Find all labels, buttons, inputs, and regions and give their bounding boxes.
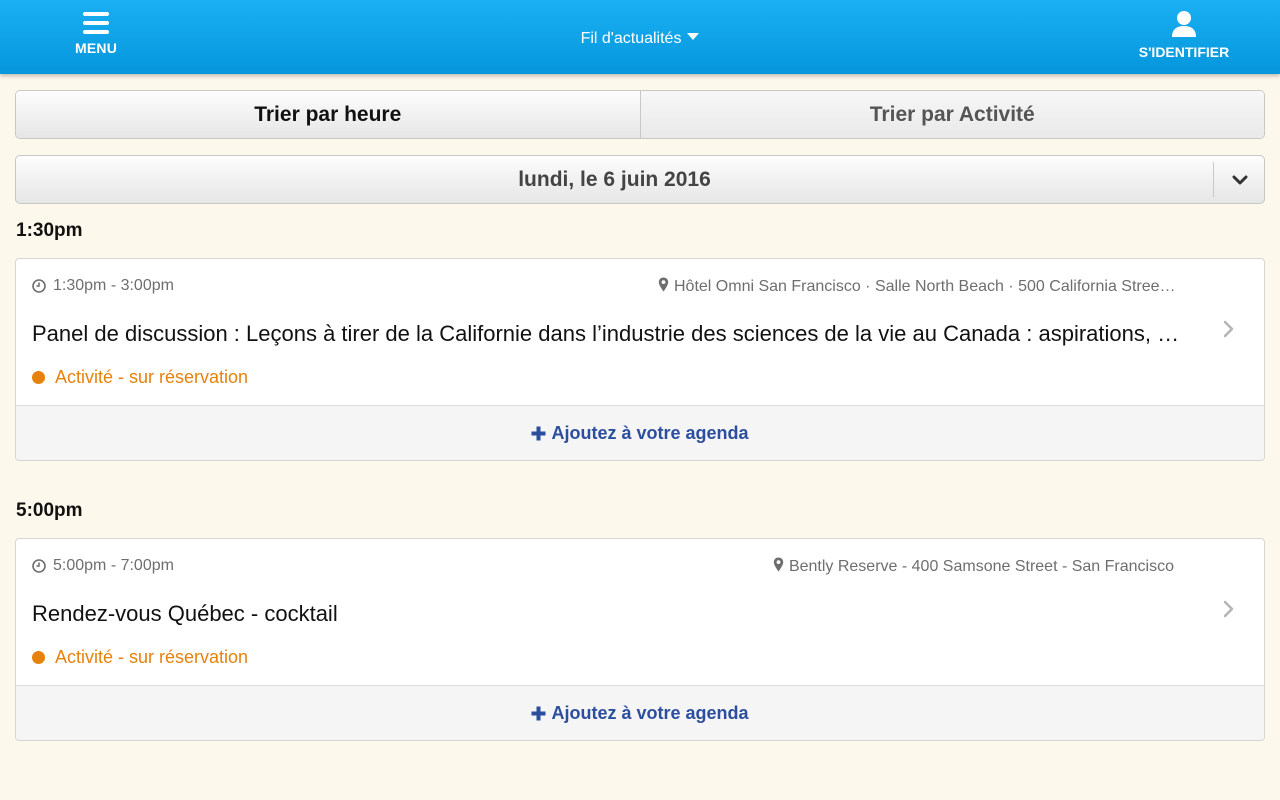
plus-icon <box>531 426 546 441</box>
chevron-down-icon <box>1232 175 1247 184</box>
event-card: 5:00pm - 7:00pm Bently Reserve - 400 Sam… <box>15 538 1265 741</box>
event-card: 1:30pm - 3:00pm Hôtel Omni San Francisco… <box>15 258 1265 461</box>
menu-label: MENU <box>74 40 118 56</box>
date-selector[interactable]: lundi, le 6 juin 2016 <box>15 155 1265 204</box>
login-label: S'IDENTIFIER <box>1138 44 1230 60</box>
menu-button[interactable]: MENU <box>60 10 132 66</box>
map-pin-icon <box>773 557 784 572</box>
event-status: Activité - sur réservation <box>32 367 248 388</box>
clock-icon <box>32 279 46 293</box>
hamburger-icon <box>83 12 109 34</box>
event-details-link[interactable]: 1:30pm - 3:00pm Hôtel Omni San Francisco… <box>16 259 1264 405</box>
sort-by-time-button[interactable]: Trier par heure <box>16 91 640 138</box>
status-dot-icon <box>32 651 45 664</box>
add-to-agenda-button[interactable]: Ajoutez à votre agenda <box>16 685 1264 740</box>
top-app-bar: MENU Fil d'actualités S'IDENTIFIER <box>0 0 1280 74</box>
date-dropdown-toggle[interactable] <box>1213 162 1265 197</box>
plus-icon <box>531 706 546 721</box>
login-button[interactable]: S'IDENTIFIER <box>1124 10 1244 66</box>
event-title: Rendez-vous Québec - cocktail <box>32 601 338 626</box>
caret-down-icon <box>687 33 700 40</box>
feed-title: Fil d'actualités <box>580 30 682 47</box>
add-to-agenda-label: Ajoutez à votre agenda <box>551 423 749 443</box>
time-group-header: 5:00pm <box>16 500 83 521</box>
sort-by-activity-button[interactable]: Trier par Activité <box>639 91 1264 138</box>
add-to-agenda-label: Ajoutez à votre agenda <box>551 703 749 723</box>
date-value: lundi, le 6 juin 2016 <box>518 167 711 191</box>
add-to-agenda-button[interactable]: Ajoutez à votre agenda <box>16 405 1264 460</box>
event-title: Panel de discussion : Leçons à tirer de … <box>32 321 1182 346</box>
status-dot-icon <box>32 371 45 384</box>
event-location-text: Bently Reserve - 400 Samsone Street - Sa… <box>788 558 1174 575</box>
chevron-right-icon <box>1223 600 1234 618</box>
event-time-range: 5:00pm - 7:00pm <box>53 557 174 574</box>
clock-icon <box>32 559 46 573</box>
event-location: Hôtel Omni San Francisco · Salle North B… <box>658 277 1178 296</box>
event-location: Bently Reserve - 400 Samsone Street - Sa… <box>658 557 1174 576</box>
user-icon <box>1172 11 1196 37</box>
map-pin-icon <box>658 277 669 292</box>
event-status-text: Activité - sur réservation <box>55 647 249 667</box>
sort-toggle: Trier par heure Trier par Activité <box>15 90 1265 139</box>
time-group-header: 1:30pm <box>16 220 83 241</box>
event-location-text: Hôtel Omni San Francisco · Salle North B… <box>674 278 1178 295</box>
event-time: 1:30pm - 3:00pm <box>32 277 174 295</box>
feed-selector[interactable]: Fil d'actualités <box>540 30 740 48</box>
event-details-link[interactable]: 5:00pm - 7:00pm Bently Reserve - 400 Sam… <box>16 539 1264 685</box>
event-status: Activité - sur réservation <box>32 647 248 668</box>
event-time-range: 1:30pm - 3:00pm <box>53 277 174 294</box>
event-status-text: Activité - sur réservation <box>55 367 249 387</box>
event-time: 5:00pm - 7:00pm <box>32 557 174 575</box>
chevron-right-icon <box>1223 320 1234 338</box>
